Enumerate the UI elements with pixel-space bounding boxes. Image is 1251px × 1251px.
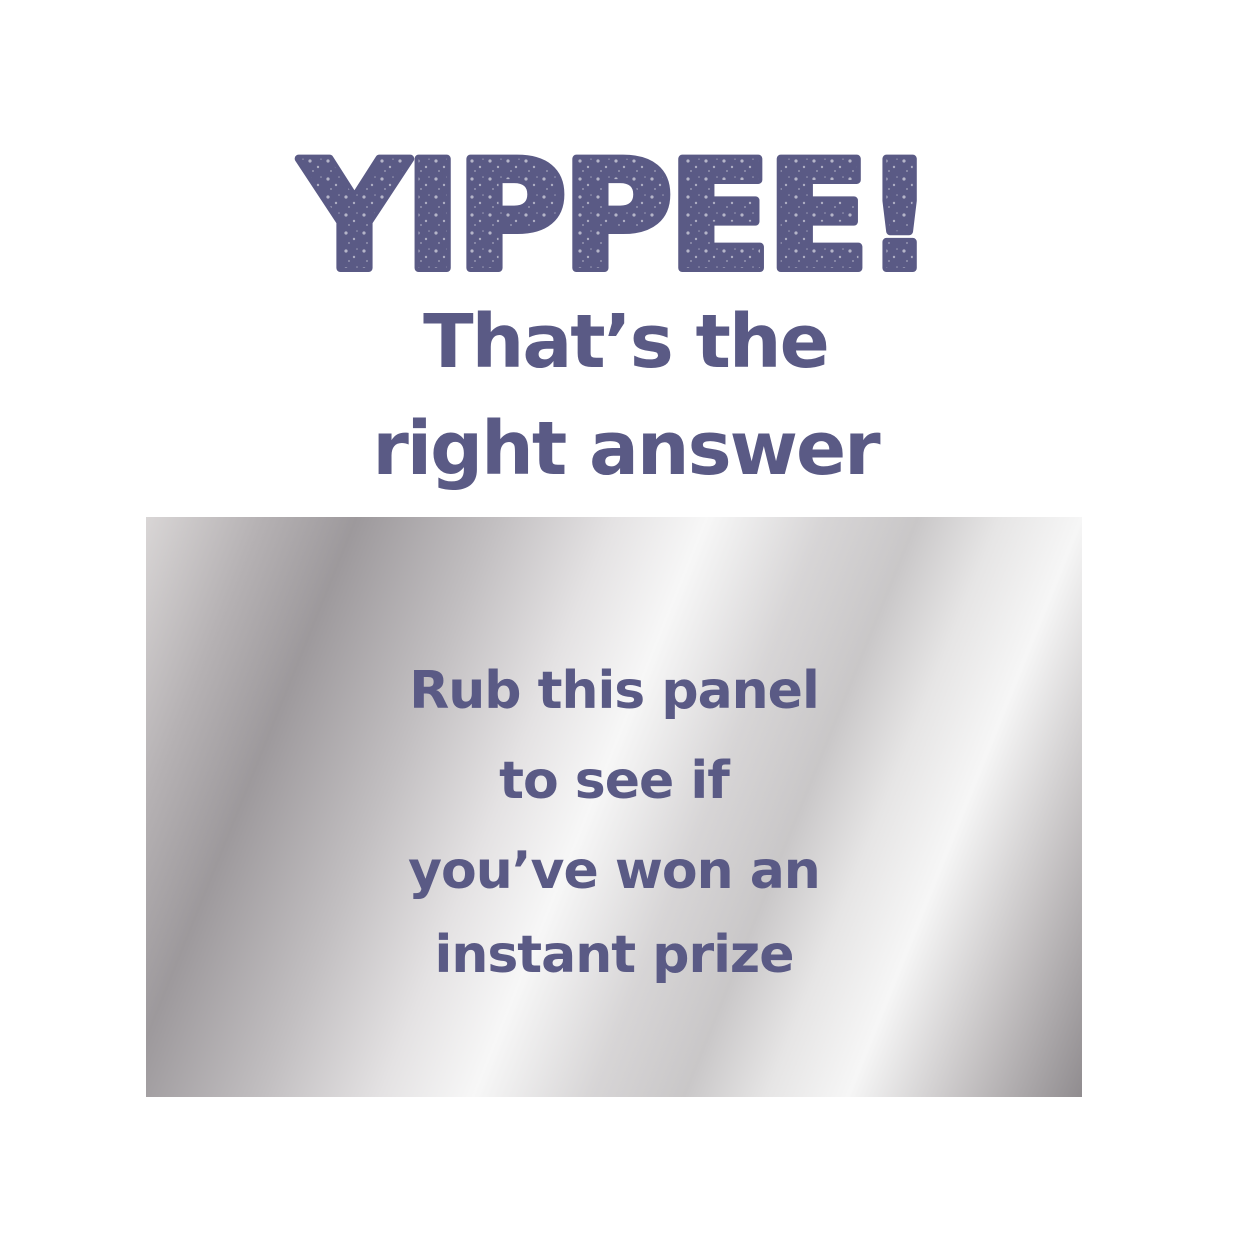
subheadline-line-2: right answer bbox=[372, 406, 880, 492]
scratch-panel-line-1: Rub this panel bbox=[409, 661, 820, 721]
scratch-panel-line-2: to see if bbox=[499, 751, 730, 811]
scratch-panel-line-4: instant prize bbox=[434, 925, 795, 985]
headline-texture: YIPPEE! bbox=[298, 138, 930, 288]
scratch-panel[interactable]: Rub this panel to see if you’ve won an i… bbox=[146, 517, 1082, 1097]
subheadline-line-1: That’s the bbox=[423, 299, 830, 385]
scratch-panel-line-3: you’ve won an bbox=[408, 841, 821, 901]
headline-yippee: YIPPEE! YIPPEE! bbox=[0, 138, 1251, 288]
